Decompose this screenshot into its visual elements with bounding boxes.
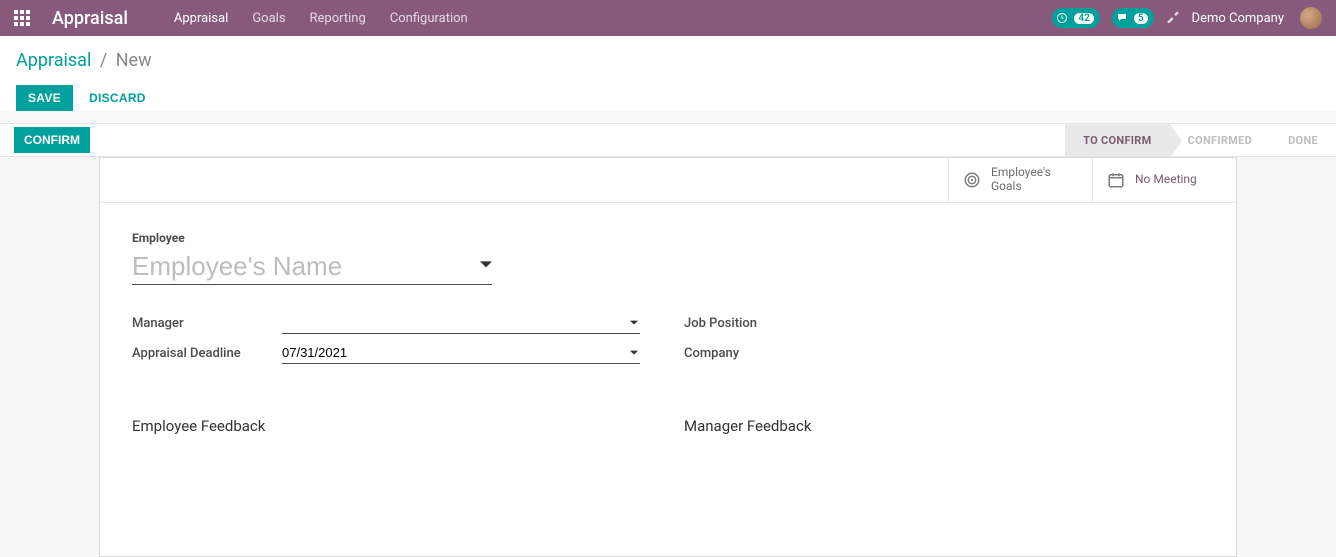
deadline-input[interactable] [282, 345, 640, 360]
apps-icon[interactable] [14, 10, 30, 26]
stat-employees-goals[interactable]: Employee's Goals [948, 158, 1092, 202]
dropdown-icon[interactable] [630, 346, 638, 361]
deadline-field[interactable] [282, 342, 640, 364]
discard-button[interactable]: DISCARD [83, 90, 152, 106]
save-button[interactable]: SAVE [16, 85, 73, 111]
manager-feedback-heading: Manager Feedback [684, 417, 1192, 435]
jobposition-label: Job Position [684, 316, 834, 331]
status-stages: TO CONFIRM CONFIRMED DONE [1065, 124, 1336, 156]
app-brand: Appraisal [52, 8, 128, 29]
activity-indicator[interactable]: 42 [1052, 8, 1099, 28]
stat-goals-line1: Employee's [991, 166, 1051, 180]
user-avatar[interactable] [1300, 7, 1322, 29]
employee-input[interactable] [132, 251, 474, 282]
devtools-icon[interactable] [1166, 9, 1180, 27]
messages-count: 5 [1134, 13, 1148, 24]
menu-goals[interactable]: Goals [242, 3, 295, 34]
manager-label: Manager [132, 316, 282, 331]
activity-count: 42 [1074, 13, 1093, 24]
employee-feedback-heading: Employee Feedback [132, 417, 640, 435]
company-label: Company [684, 346, 834, 361]
manager-input[interactable] [282, 315, 640, 330]
company-name[interactable]: Demo Company [1192, 11, 1284, 26]
dropdown-icon[interactable] [480, 259, 492, 275]
form-sheet: Employee's Goals No Meeting Employee [99, 157, 1237, 557]
dropdown-icon[interactable] [630, 316, 638, 331]
stat-meeting-text: No Meeting [1135, 173, 1197, 187]
deadline-label: Appraisal Deadline [132, 346, 282, 361]
menu-appraisal[interactable]: Appraisal [164, 3, 238, 34]
breadcrumb: Appraisal / New [16, 50, 1320, 71]
calendar-icon [1107, 171, 1125, 189]
target-icon [963, 171, 981, 189]
clock-icon [1056, 12, 1068, 24]
confirm-button[interactable]: CONFIRM [14, 127, 90, 153]
stat-meeting[interactable]: No Meeting [1092, 158, 1236, 202]
stage-to-confirm[interactable]: TO CONFIRM [1065, 124, 1169, 156]
menu-configuration[interactable]: Configuration [380, 3, 478, 34]
messages-indicator[interactable]: 5 [1112, 8, 1154, 28]
breadcrumb-root[interactable]: Appraisal [16, 50, 91, 71]
menu-reporting[interactable]: Reporting [300, 3, 376, 34]
stage-confirmed[interactable]: CONFIRMED [1170, 124, 1271, 156]
breadcrumb-current: New [116, 50, 152, 71]
top-menu: Appraisal Goals Reporting Configuration [164, 3, 478, 34]
breadcrumb-sep: / [100, 50, 107, 71]
employee-label: Employee [132, 231, 1204, 245]
stage-done[interactable]: DONE [1270, 124, 1336, 156]
stat-goals-line2: Goals [991, 180, 1051, 194]
chat-icon [1116, 12, 1128, 24]
manager-field[interactable] [282, 312, 640, 334]
employee-field[interactable] [132, 251, 492, 285]
